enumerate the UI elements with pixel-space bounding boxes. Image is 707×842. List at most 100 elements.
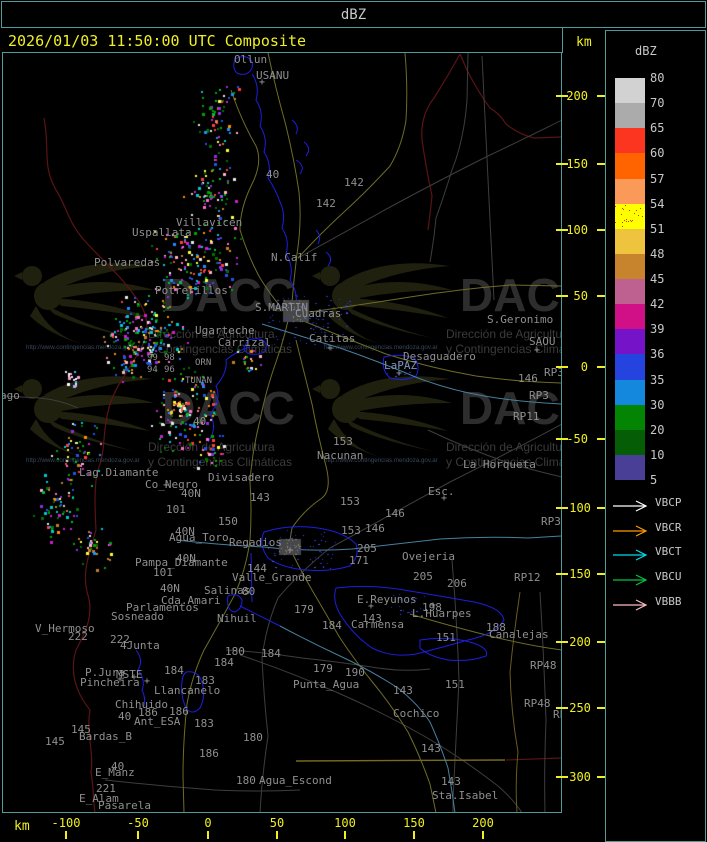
y-axis-tick bbox=[556, 707, 568, 709]
map-place-label: ORN bbox=[195, 358, 212, 368]
vector-legend-label: VBCR bbox=[655, 521, 682, 534]
map-place-label: Bardas_B bbox=[79, 730, 132, 743]
colorbar-speckle bbox=[634, 212, 636, 214]
map-place-label: S.Geronimo bbox=[487, 313, 554, 326]
y-axis-tick bbox=[597, 573, 605, 575]
map-place-label: 184 bbox=[261, 647, 281, 660]
y-axis-tick bbox=[556, 295, 568, 297]
map-place-label: L.Huarpes bbox=[412, 607, 472, 620]
colorbar-speckle bbox=[642, 215, 644, 217]
y-axis-tick bbox=[597, 507, 605, 509]
colorbar-swatch bbox=[615, 178, 645, 204]
vector-arrow-icon bbox=[611, 497, 655, 512]
map-place-label: Ant_ESA bbox=[134, 715, 181, 728]
vector-legend-label: VBBB bbox=[655, 595, 682, 608]
map-place-label: 184 bbox=[322, 619, 342, 632]
map-place-label: Divisadero bbox=[208, 471, 275, 484]
colorbar-speckle bbox=[630, 221, 632, 223]
map-place-label: 99 bbox=[147, 353, 158, 363]
colorbar-swatch bbox=[615, 329, 645, 355]
x-axis-tick-label: 100 bbox=[334, 816, 356, 830]
map-place-label: Agua_Toro bbox=[169, 531, 229, 544]
map-place-label: 205 bbox=[413, 570, 433, 583]
y-axis-tick bbox=[556, 366, 568, 368]
map-place-label: 40N bbox=[181, 487, 201, 500]
map-place-label: 144 bbox=[247, 562, 267, 575]
colorbar-tick-label: 5 bbox=[650, 473, 658, 487]
colorbar-speckle bbox=[627, 221, 629, 223]
map-place-label: 143 bbox=[421, 742, 441, 755]
colorbar-swatch bbox=[615, 304, 645, 330]
map-place-label: RP11 bbox=[513, 410, 540, 423]
colorbar-tick-label: 30 bbox=[650, 397, 665, 412]
x-axis-tick-label: 0 bbox=[204, 816, 212, 830]
map-place-label: Desaguadero bbox=[403, 350, 476, 363]
map-place-label: 143 bbox=[393, 684, 413, 697]
radar-map-panel[interactable]: DACCDirección de Agriculturay Contingenc… bbox=[2, 52, 562, 813]
colorbar-speckle bbox=[615, 222, 617, 224]
colorbar-swatch bbox=[615, 228, 645, 254]
colorbar-tick-label: 39 bbox=[650, 322, 665, 337]
y-axis-tick bbox=[597, 707, 605, 709]
y-axis-unit-label: km bbox=[576, 35, 592, 50]
map-place-label: Carrizal bbox=[218, 336, 271, 349]
colorbar-tick-label: 45 bbox=[650, 272, 665, 286]
station-marker-icon: + bbox=[441, 493, 448, 504]
station-marker-icon: + bbox=[534, 345, 541, 356]
colorbar-tick-label: 80 bbox=[650, 71, 665, 85]
map-place-label: 40N bbox=[160, 582, 180, 595]
map-place-label: Chihuido bbox=[115, 698, 168, 711]
margin-divider bbox=[562, 28, 563, 53]
map-place-label: 190 bbox=[345, 666, 365, 679]
map-place-label: RP3 bbox=[529, 389, 549, 402]
map-place-label: Pampa_Diamante bbox=[135, 556, 228, 569]
x-axis-tick-label: 50 bbox=[269, 816, 285, 830]
map-place-label: Potrerillos bbox=[155, 284, 228, 297]
map-place-label: 184 bbox=[214, 656, 234, 669]
colorbar-tick-label: 70 bbox=[650, 96, 665, 111]
x-axis-tick-label: -100 bbox=[51, 816, 81, 830]
map-place-label: 179 bbox=[313, 662, 333, 675]
x-axis-tick bbox=[482, 831, 484, 839]
map-place-label: Pasarela bbox=[98, 799, 151, 812]
map-place-label: RP48 bbox=[524, 697, 551, 710]
x-axis-tick bbox=[344, 831, 346, 839]
y-axis-tick bbox=[556, 229, 568, 231]
colorbar-title: dBZ bbox=[635, 44, 657, 58]
colorbar-swatch bbox=[615, 429, 645, 455]
map-place-label: SAOU bbox=[529, 335, 556, 348]
map-place-label: 183 bbox=[194, 717, 214, 730]
x-axis-tick-label: -50 bbox=[127, 816, 149, 830]
station-marker-icon: + bbox=[131, 672, 138, 683]
vector-arrow-icon bbox=[611, 571, 655, 586]
map-place-label: Ovejeria bbox=[402, 550, 455, 563]
map-place-label: RP12 bbox=[514, 571, 541, 584]
map-place-label: Lag.Diamante bbox=[79, 466, 159, 479]
map-place-label: RP3 bbox=[544, 366, 562, 379]
colorbar-speckle bbox=[625, 205, 627, 207]
station-marker-icon: + bbox=[396, 368, 403, 379]
colorbar-swatch bbox=[615, 253, 645, 279]
map-place-label: 151 bbox=[445, 678, 465, 691]
station-marker-icon: + bbox=[259, 77, 266, 88]
map-place-label: 146 bbox=[385, 507, 405, 520]
map-place-label: La Horqueta bbox=[463, 458, 536, 471]
map-place-label: RP3 bbox=[541, 515, 561, 528]
map-place-label: 80 bbox=[242, 585, 256, 598]
map-place-label: N.Calif bbox=[271, 251, 318, 264]
colorbar-tick-label: 36 bbox=[650, 347, 665, 362]
colorbar-tick-label: 10 bbox=[650, 447, 665, 462]
y-axis-tick bbox=[597, 641, 605, 643]
colorbar-tick-label: 42 bbox=[650, 297, 665, 312]
x-axis-tick bbox=[207, 831, 209, 839]
map-place-label: 180 bbox=[236, 774, 256, 787]
map-place-label: TUNAN bbox=[185, 376, 213, 386]
colorbar-tick-label: 60 bbox=[650, 146, 665, 161]
colorbar-speckle bbox=[640, 208, 642, 210]
colorbar-tick-label: 57 bbox=[650, 171, 665, 186]
map-place-label: 186 bbox=[199, 747, 219, 760]
y-axis-tick bbox=[556, 95, 568, 97]
map-place-label: 171 bbox=[349, 554, 369, 567]
map-place-label: Nihuil bbox=[217, 612, 257, 625]
colorbar-swatch bbox=[615, 128, 645, 154]
